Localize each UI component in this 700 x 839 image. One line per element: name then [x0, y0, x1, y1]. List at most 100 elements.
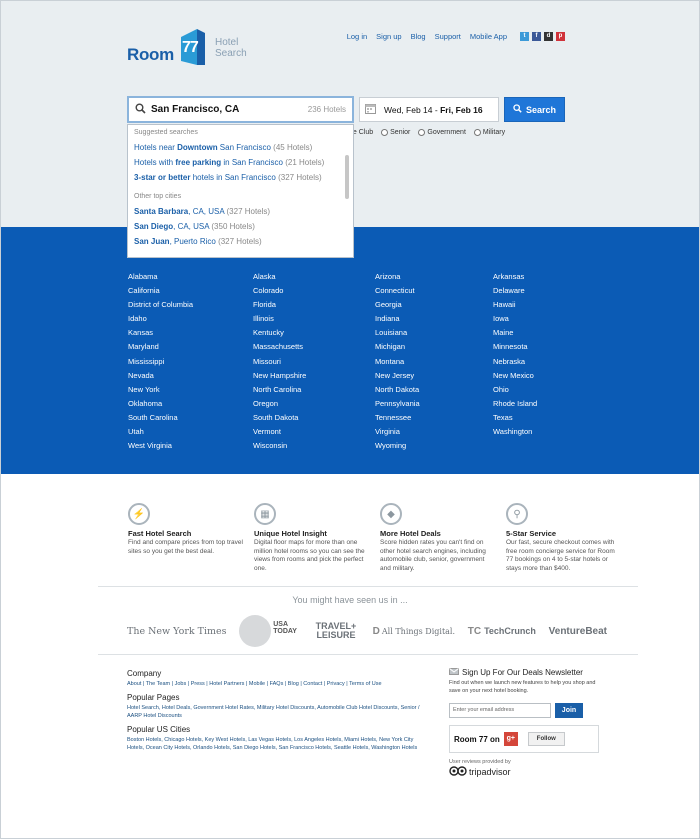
state-link[interactable]: Virginia: [375, 425, 420, 439]
state-link[interactable]: Idaho: [128, 312, 193, 326]
state-link[interactable]: Pennsylvania: [375, 397, 420, 411]
suggestion-item[interactable]: Hotels with free parking in San Francisc…: [134, 155, 347, 170]
footer-company-links[interactable]: About | The Team | Jobs | Press | Hotel …: [127, 680, 427, 689]
nav-signup[interactable]: Sign up: [376, 32, 401, 41]
state-link[interactable]: California: [128, 284, 193, 298]
state-link[interactable]: Arizona: [375, 270, 420, 284]
state-link[interactable]: Mississippi: [128, 355, 193, 369]
search-query: San Francisco, CA: [151, 104, 240, 115]
dropdown-scrollbar[interactable]: [345, 155, 349, 199]
government-radio[interactable]: [418, 129, 426, 136]
state-link[interactable]: Michigan: [375, 340, 420, 354]
state-link[interactable]: Kansas: [128, 326, 193, 340]
state-link[interactable]: Oklahoma: [128, 397, 193, 411]
delicious-icon[interactable]: d: [544, 32, 553, 41]
state-link[interactable]: Alabama: [128, 270, 193, 284]
state-link[interactable]: Vermont: [253, 425, 306, 439]
state-link[interactable]: Indiana: [375, 312, 420, 326]
destination-search-input[interactable]: San Francisco, CA 236 Hotels: [127, 96, 354, 123]
state-link[interactable]: Arkansas: [493, 270, 537, 284]
discount-government[interactable]: Government: [418, 129, 466, 136]
state-link[interactable]: Minnesota: [493, 340, 537, 354]
suggested-searches-header: Suggested searches: [134, 129, 198, 136]
state-link[interactable]: Maryland: [128, 340, 193, 354]
venturebeat-logo: VentureBeat: [548, 625, 607, 637]
state-link[interactable]: Massachusetts: [253, 340, 306, 354]
feature-title: Unique Hotel Insight: [254, 529, 327, 538]
state-link[interactable]: Rhode Island: [493, 397, 537, 411]
footer-cities-heading: Popular US Cities: [127, 724, 191, 734]
nav-login[interactable]: Log in: [347, 32, 367, 41]
feature-title: More Hotel Deals: [380, 529, 441, 538]
state-link[interactable]: South Dakota: [253, 411, 306, 425]
state-link[interactable]: Missouri: [253, 355, 306, 369]
military-radio[interactable]: [473, 129, 481, 136]
footer-links: Company About | The Team | Jobs | Press …: [127, 669, 427, 757]
city-item[interactable]: San Juan, Puerto Rico (327 Hotels): [134, 234, 347, 249]
state-link[interactable]: Oregon: [253, 397, 306, 411]
state-link[interactable]: North Dakota: [375, 383, 420, 397]
state-link[interactable]: Kentucky: [253, 326, 306, 340]
newsletter-signup: Sign Up For Our Deals Newsletter Find ou…: [449, 668, 599, 777]
discount-military[interactable]: Military: [473, 129, 505, 136]
state-link[interactable]: Ohio: [493, 383, 537, 397]
state-link[interactable]: Nevada: [128, 369, 193, 383]
discount-senior[interactable]: Senior: [381, 129, 410, 136]
state-link[interactable]: New Hampshire: [253, 369, 306, 383]
state-link[interactable]: Connecticut: [375, 284, 420, 298]
state-link[interactable]: Tennessee: [375, 411, 420, 425]
state-link[interactable]: Iowa: [493, 312, 537, 326]
allthingsd-logo: D All Things Digital.: [372, 625, 456, 637]
follow-button[interactable]: Follow: [527, 732, 565, 746]
room77-logo[interactable]: Room 77 Hotel Search: [127, 21, 247, 65]
twitter-icon[interactable]: t: [520, 32, 529, 41]
state-link[interactable]: Alaska: [253, 270, 306, 284]
google-plus-icon[interactable]: g+: [503, 732, 518, 746]
suggestion-item[interactable]: 3-star or better hotels in San Francisco…: [134, 170, 347, 185]
nav-support[interactable]: Support: [435, 32, 461, 41]
state-link[interactable]: Montana: [375, 355, 420, 369]
tripadvisor-logo[interactable]: tripadvisor: [469, 767, 511, 777]
state-link[interactable]: Wyoming: [375, 439, 420, 453]
state-link[interactable]: New Jersey: [375, 369, 420, 383]
state-link[interactable]: Nebraska: [493, 355, 537, 369]
state-link[interactable]: Maine: [493, 326, 537, 340]
state-link[interactable]: Georgia: [375, 298, 420, 312]
city-item[interactable]: Santa Barbara, CA, USA (327 Hotels): [134, 204, 347, 219]
state-link[interactable]: District of Columbia: [128, 298, 193, 312]
date-sep: -: [432, 104, 441, 115]
feature-text: Score hidden rates you can't find on oth…: [380, 539, 486, 572]
state-link[interactable]: North Carolina: [253, 383, 306, 397]
city-item[interactable]: San Diego, CA, USA (350 Hotels): [134, 219, 347, 234]
nav-mobile-app[interactable]: Mobile App: [470, 32, 507, 41]
state-link[interactable]: Colorado: [253, 284, 306, 298]
suggestion-item[interactable]: Hotels near Downtown San Francisco (45 H…: [134, 140, 347, 155]
search-icon: [135, 103, 146, 116]
email-field[interactable]: Enter your email address: [449, 703, 551, 718]
state-link[interactable]: Florida: [253, 298, 306, 312]
join-button[interactable]: Join: [555, 703, 583, 718]
state-link[interactable]: Delaware: [493, 284, 537, 298]
state-link[interactable]: Illinois: [253, 312, 306, 326]
search-button[interactable]: Search: [504, 97, 565, 122]
header-area: Room 77 Hotel Search Log in Sign up Blog…: [1, 1, 699, 258]
state-link[interactable]: New Mexico: [493, 369, 537, 383]
state-link[interactable]: South Carolina: [128, 411, 193, 425]
state-link[interactable]: Utah: [128, 425, 193, 439]
feature-title: 5-Star Service: [506, 529, 557, 538]
facebook-icon[interactable]: f: [532, 32, 541, 41]
state-link[interactable]: Texas: [493, 411, 537, 425]
footer-cities-links[interactable]: Boston Hotels, Chicago Hotels, Key West …: [127, 736, 427, 753]
state-link[interactable]: Hawaii: [493, 298, 537, 312]
nav-blog[interactable]: Blog: [411, 32, 426, 41]
footer-pages-links[interactable]: Hotel Search, Hotel Deals, Government Ho…: [127, 704, 427, 721]
state-link[interactable]: Washington: [493, 425, 537, 439]
state-link[interactable]: Wisconsin: [253, 439, 306, 453]
date-range-picker[interactable]: Wed, Feb 14 - Fri, Feb 16: [359, 97, 499, 122]
state-link[interactable]: New York: [128, 383, 193, 397]
state-link[interactable]: West Virginia: [128, 439, 193, 453]
press-logos: The New York Times USA TODAY TRAVEL+ LEI…: [127, 615, 607, 647]
senior-radio[interactable]: [381, 129, 389, 136]
pinterest-icon[interactable]: p: [556, 32, 565, 41]
state-link[interactable]: Louisiana: [375, 326, 420, 340]
